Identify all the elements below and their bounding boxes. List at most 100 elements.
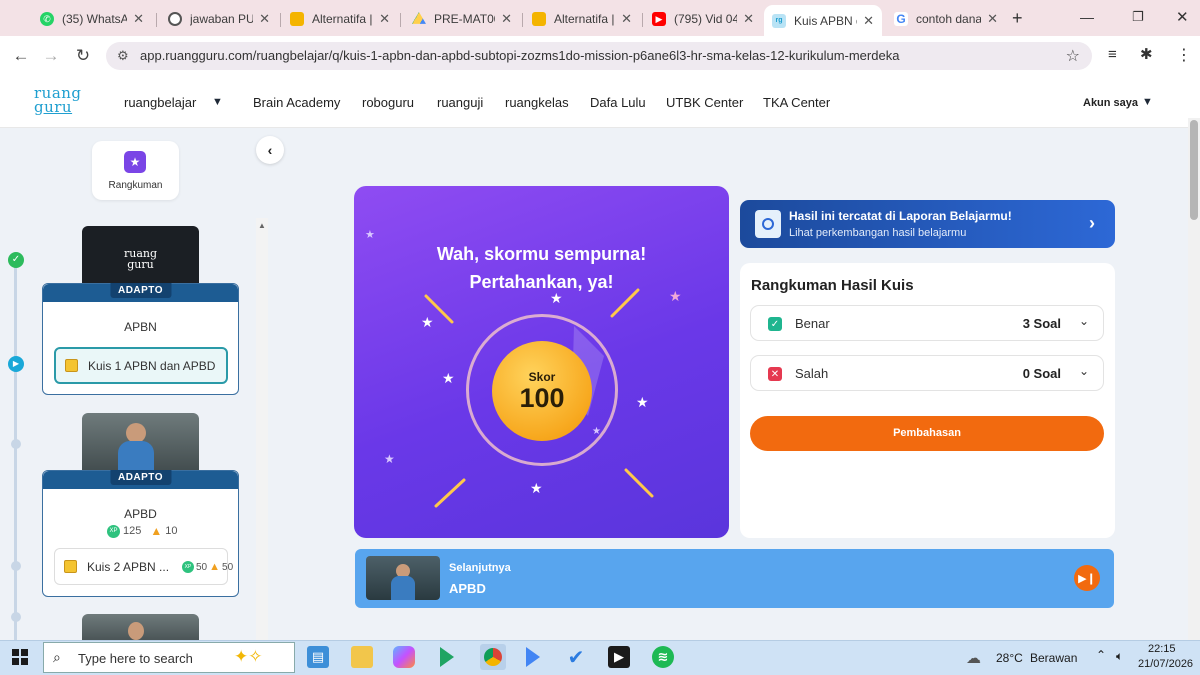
sidebar-scrollbar[interactable]: ▲ — [256, 218, 268, 640]
close-icon[interactable]: ✕ — [133, 11, 144, 27]
sparkle-icon: ✦✧ — [234, 647, 263, 666]
play-store-icon[interactable] — [436, 646, 458, 668]
new-tab-button[interactable]: + — [1012, 8, 1023, 29]
back-arrow-icon[interactable]: ← — [8, 44, 34, 68]
quiz-item[interactable]: Kuis 2 APBN ... XP 50 ▲ 50 — [54, 548, 233, 585]
nav-dafa-lulu[interactable]: Dafa Lulu — [590, 95, 646, 110]
close-icon[interactable]: ✕ — [259, 11, 270, 27]
laporan-title: Hasil ini tercatat di Laporan Belajarmu! — [789, 209, 1012, 223]
play-next-icon[interactable]: ▶❙ — [1074, 565, 1100, 591]
warning-icon: ▲ — [209, 561, 221, 573]
chrome-icon[interactable] — [480, 644, 506, 670]
nav-utbk-center[interactable]: UTBK Center — [666, 95, 743, 110]
laporan-belajar-banner[interactable]: Hasil ini tercatat di Laporan Belajarmu!… — [740, 200, 1115, 248]
spotify-icon[interactable]: ≋ — [652, 646, 674, 668]
pembahasan-button[interactable]: Pembahasan — [750, 416, 1104, 451]
weather-desc[interactable]: Berawan — [1030, 651, 1077, 665]
weather-cloud-icon[interactable]: ☁ — [966, 649, 981, 667]
card-title: APBD — [124, 507, 157, 521]
thumb-logo-line2: guru — [127, 258, 154, 271]
file-explorer-icon[interactable] — [351, 646, 373, 668]
close-icon[interactable]: ✕ — [987, 11, 998, 27]
site-settings-icon[interactable]: ⚙ — [117, 48, 129, 64]
taskbar-search-box[interactable]: ⌕ Type here to search ✦✧ — [43, 642, 295, 673]
chevron-down-icon: ⌄ — [1078, 314, 1089, 328]
minimize-icon[interactable]: — — [1080, 9, 1094, 25]
nav-roboguru[interactable]: roboguru — [362, 95, 414, 110]
tab-title: jawaban PU — [190, 12, 254, 26]
page-scrollbar-thumb[interactable] — [1190, 120, 1198, 220]
nav-ruangbelajar[interactable]: ruangbelajar — [124, 95, 196, 110]
play-games-icon[interactable]: ▶ — [608, 646, 630, 668]
score-badge: Skor 100 — [492, 341, 592, 441]
score-hero-card: Wah, skormu sempurna! Pertahankan, ya! ★… — [354, 186, 729, 538]
video-thumbnail[interactable] — [82, 614, 199, 640]
tab-youtube[interactable]: ▶ (795) Vid 04 ✕ — [644, 6, 762, 32]
bookmark-star-icon[interactable]: ☆ — [1066, 46, 1080, 66]
next-lesson-bar[interactable]: Selanjutnya APBD ▶❙ — [355, 549, 1114, 608]
rangkuman-button[interactable]: ★ Rangkuman — [92, 141, 179, 200]
clock-time[interactable]: 22:15 — [1148, 643, 1176, 655]
reading-list-icon[interactable]: ≡ — [1108, 46, 1117, 63]
collapse-sidebar-button[interactable]: ‹ — [256, 136, 284, 164]
nav-ruanguji[interactable]: ruanguji — [437, 95, 483, 110]
windows-start-icon[interactable] — [12, 649, 28, 665]
quiz-item-active[interactable]: Kuis 1 APBN dan APBD — [54, 347, 228, 384]
youtube-icon: ▶ — [652, 12, 666, 26]
tab-kuis-apbn[interactable]: rg Kuis APBN d ✕ — [764, 5, 882, 36]
presenter-head — [126, 423, 146, 443]
lesson-card-apbd: ADAPTO APBD XP 125 ▲ 10 Kuis 2 APBN ... … — [42, 470, 239, 597]
tab-jawaban[interactable]: jawaban PU ✕ — [160, 6, 278, 32]
tab-alternatifa-2[interactable]: Alternatifa | • ✕ — [524, 6, 640, 32]
close-icon[interactable]: ✕ — [863, 13, 874, 29]
tab-divider — [280, 13, 281, 27]
close-icon[interactable]: ✕ — [501, 11, 512, 27]
chevron-up-icon[interactable]: ⌃ — [1096, 648, 1106, 662]
summary-title: Rangkuman Hasil Kuis — [751, 277, 914, 294]
address-bar[interactable]: ⚙ app.ruangguru.com/ruangbelajar/q/kuis-… — [106, 42, 1092, 70]
copilot-icon[interactable] — [393, 646, 415, 668]
extension-icon[interactable]: ✱ — [1140, 45, 1153, 63]
benar-row[interactable]: ✓ Benar 3 Soal ⌄ — [750, 305, 1104, 341]
warning-icon: ▲ — [150, 524, 163, 538]
restore-icon[interactable]: ❐ — [1132, 9, 1144, 25]
scroll-up-icon[interactable]: ▲ — [258, 221, 266, 230]
caret-down-icon[interactable]: ▼ — [1142, 96, 1153, 108]
tab-contoh-dana[interactable]: G contoh dana ✕ — [886, 6, 1006, 32]
todo-check-icon[interactable]: ✔ — [565, 646, 587, 669]
nav-ruangkelas[interactable]: ruangkelas — [505, 95, 569, 110]
tab-title: Alternatifa | • — [312, 12, 373, 26]
url-text[interactable]: app.ruangguru.com/ruangbelajar/q/kuis-1-… — [140, 48, 899, 63]
menu-kebab-icon[interactable]: ⋮ — [1176, 45, 1192, 65]
caret-down-icon[interactable]: ▼ — [212, 96, 223, 108]
ruangguru-logo[interactable]: ruang guru — [34, 86, 94, 115]
play-store-icon[interactable] — [522, 646, 544, 668]
volume-icon[interactable]: 🔈︎ — [1116, 649, 1123, 664]
close-icon[interactable]: ✕ — [379, 11, 390, 27]
tab-pre-mat[interactable]: PRE-MAT004 ✕ — [404, 6, 520, 32]
clock-date[interactable]: 21/07/2026 — [1138, 658, 1193, 670]
forward-arrow-icon[interactable]: → — [38, 44, 64, 68]
card-title: APBN — [124, 320, 157, 334]
weather-temp[interactable]: 28°C — [996, 651, 1023, 665]
account-menu[interactable]: Akun saya — [1083, 97, 1138, 109]
tab-whatsapp[interactable]: ✆ (35) WhatsApp ✕ — [32, 6, 152, 32]
salah-row[interactable]: ✕ Salah 0 Soal ⌄ — [750, 355, 1104, 391]
nav-tka-center[interactable]: TKA Center — [763, 95, 830, 110]
close-icon[interactable]: ✕ — [743, 11, 754, 27]
timeline-dot — [11, 561, 21, 571]
quiz-stats: XP 50 ▲ 50 — [182, 561, 233, 573]
store-icon[interactable]: ▤ — [307, 646, 329, 668]
reload-icon[interactable]: ↻ — [70, 44, 96, 68]
tab-divider — [400, 13, 401, 27]
tab-alternatifa-1[interactable]: Alternatifa | • ✕ — [282, 6, 398, 32]
close-icon[interactable]: ✕ — [621, 11, 632, 27]
search-icon: ⌕ — [53, 649, 61, 665]
close-window-icon[interactable]: ✕ — [1176, 8, 1189, 26]
adapto-bar: ADAPTO — [43, 470, 238, 489]
nav-brain-academy[interactable]: Brain Academy — [253, 95, 340, 110]
tab-title: (795) Vid 04 — [674, 12, 738, 26]
tab-title: (35) WhatsApp — [62, 12, 128, 26]
score-value: 100 — [519, 383, 565, 413]
tab-title: Alternatifa | • — [554, 12, 615, 26]
